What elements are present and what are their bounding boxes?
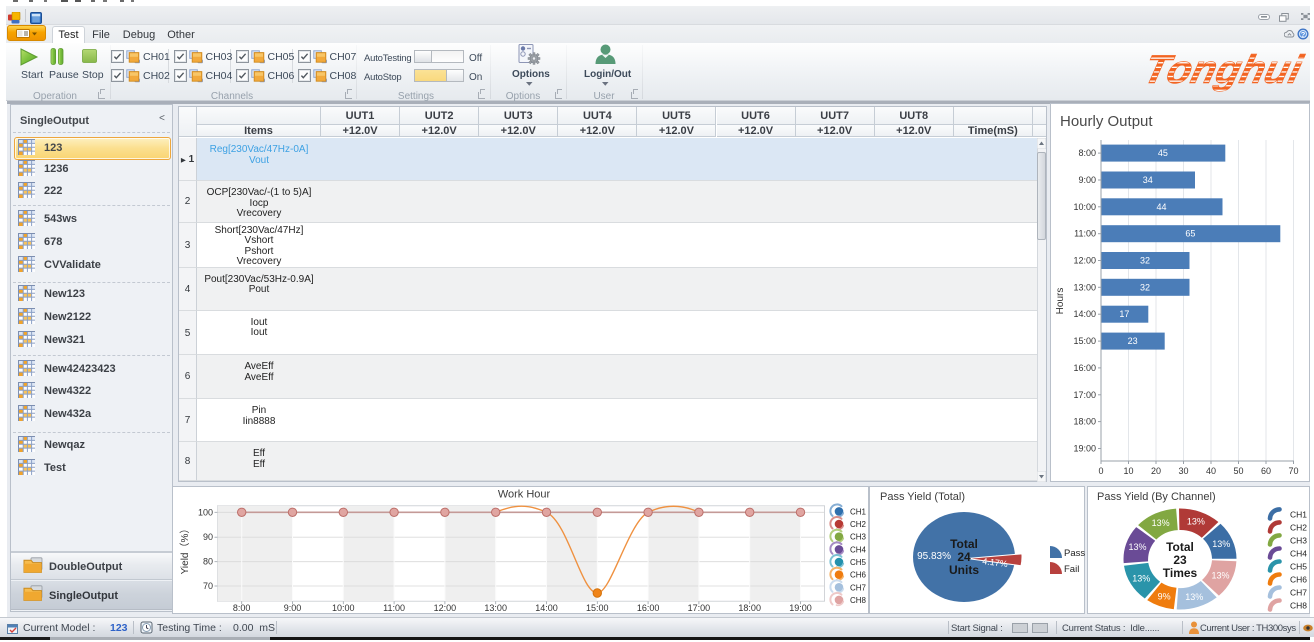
svg-text:CH7: CH7 [850, 583, 867, 592]
svg-text:13%: 13% [1132, 574, 1150, 584]
svg-text:13%: 13% [1187, 517, 1205, 527]
svg-text:0: 0 [1098, 466, 1103, 476]
svg-text:13%: 13% [1212, 539, 1230, 549]
svg-text:9:00: 9:00 [1078, 175, 1096, 185]
svg-text:40: 40 [1206, 466, 1216, 476]
svg-text:10:00: 10:00 [332, 603, 355, 613]
svg-text:14:00: 14:00 [535, 603, 558, 613]
svg-text:Tonghui: Tonghui [1139, 47, 1306, 92]
svg-text:100: 100 [198, 507, 213, 517]
svg-text:18:00: 18:00 [1073, 417, 1096, 427]
svg-text:11:00: 11:00 [383, 603, 405, 613]
svg-text:24: 24 [957, 550, 971, 564]
svg-text:CH6: CH6 [1290, 575, 1307, 585]
svg-text:8:00: 8:00 [233, 603, 251, 613]
svg-text:13%: 13% [1211, 571, 1229, 581]
svg-text:CH6: CH6 [850, 571, 867, 580]
svg-text:CH8: CH8 [1290, 601, 1307, 611]
svg-text:CH2: CH2 [850, 520, 867, 529]
svg-text:19:00: 19:00 [1073, 444, 1096, 454]
svg-text:70: 70 [203, 581, 213, 591]
svg-text:CH3: CH3 [850, 533, 867, 542]
svg-text:18:00: 18:00 [738, 603, 761, 613]
svg-text:13%: 13% [1185, 592, 1203, 602]
svg-text:11:00: 11:00 [1074, 229, 1096, 239]
svg-text:34: 34 [1143, 175, 1153, 185]
svg-text:80: 80 [203, 557, 213, 567]
svg-text:Total: Total [950, 537, 978, 551]
svg-text:10:00: 10:00 [1073, 202, 1096, 212]
svg-text:13%: 13% [1152, 518, 1170, 528]
svg-text:70: 70 [1288, 466, 1298, 476]
svg-text:CH3: CH3 [1290, 535, 1307, 545]
svg-text:Times: Times [1163, 566, 1198, 580]
svg-text:15:00: 15:00 [586, 603, 609, 613]
svg-text:12:00: 12:00 [434, 603, 457, 613]
svg-text:90: 90 [203, 532, 213, 542]
svg-text:50: 50 [1233, 466, 1243, 476]
svg-text:23: 23 [1173, 553, 1187, 567]
svg-text:Units: Units [949, 563, 979, 577]
svg-text:8:00: 8:00 [1078, 148, 1096, 158]
svg-text:65: 65 [1185, 229, 1195, 239]
svg-text:CH4: CH4 [850, 545, 867, 554]
svg-text:9%: 9% [1158, 591, 1171, 601]
svg-text:CH1: CH1 [1290, 509, 1307, 519]
svg-text:19:00: 19:00 [789, 603, 812, 613]
svg-text:13:00: 13:00 [484, 603, 507, 613]
svg-text:16:00: 16:00 [637, 603, 660, 613]
svg-text:Yield（%）: Yield（%） [179, 524, 191, 575]
svg-text:13%: 13% [1128, 542, 1146, 552]
svg-text:32: 32 [1140, 256, 1150, 266]
svg-text:17: 17 [1119, 309, 1129, 319]
svg-text:14:00: 14:00 [1073, 309, 1096, 319]
svg-text:CH7: CH7 [1290, 588, 1307, 598]
svg-text:12:00: 12:00 [1073, 256, 1096, 266]
svg-text:17:00: 17:00 [688, 603, 711, 613]
svg-text:Hours: Hours [1055, 288, 1066, 315]
svg-text:Pass Yield (Total): Pass Yield (Total) [880, 491, 965, 503]
svg-text:23: 23 [1128, 336, 1138, 346]
svg-text:30: 30 [1178, 466, 1188, 476]
svg-text:CH5: CH5 [1290, 562, 1307, 572]
svg-text:45: 45 [1158, 148, 1168, 158]
svg-text:Pass Yield (By Channel): Pass Yield (By Channel) [1097, 491, 1216, 503]
svg-text:60: 60 [1261, 466, 1271, 476]
svg-text:16:00: 16:00 [1073, 363, 1096, 373]
svg-text:CH2: CH2 [1290, 522, 1307, 532]
svg-text:95.83%: 95.83% [917, 551, 951, 562]
svg-text:44: 44 [1156, 202, 1166, 212]
svg-text:9:00: 9:00 [284, 603, 302, 613]
svg-text:CH4: CH4 [1290, 549, 1307, 559]
svg-text:13:00: 13:00 [1073, 282, 1096, 292]
svg-text:Work Hour: Work Hour [498, 489, 551, 501]
svg-text:CH5: CH5 [850, 558, 867, 567]
svg-text:15:00: 15:00 [1073, 336, 1096, 346]
svg-text:17:00: 17:00 [1073, 390, 1096, 400]
svg-text:20: 20 [1151, 466, 1161, 476]
svg-text:Fail: Fail [1064, 564, 1079, 575]
svg-text:10: 10 [1123, 466, 1133, 476]
svg-text:32: 32 [1140, 282, 1150, 292]
svg-text:Pass: Pass [1064, 548, 1085, 559]
svg-text:?: ? [1301, 30, 1306, 39]
svg-text:CH8: CH8 [850, 596, 867, 605]
svg-text:CH1: CH1 [850, 507, 867, 516]
svg-text:Total: Total [1166, 540, 1194, 554]
